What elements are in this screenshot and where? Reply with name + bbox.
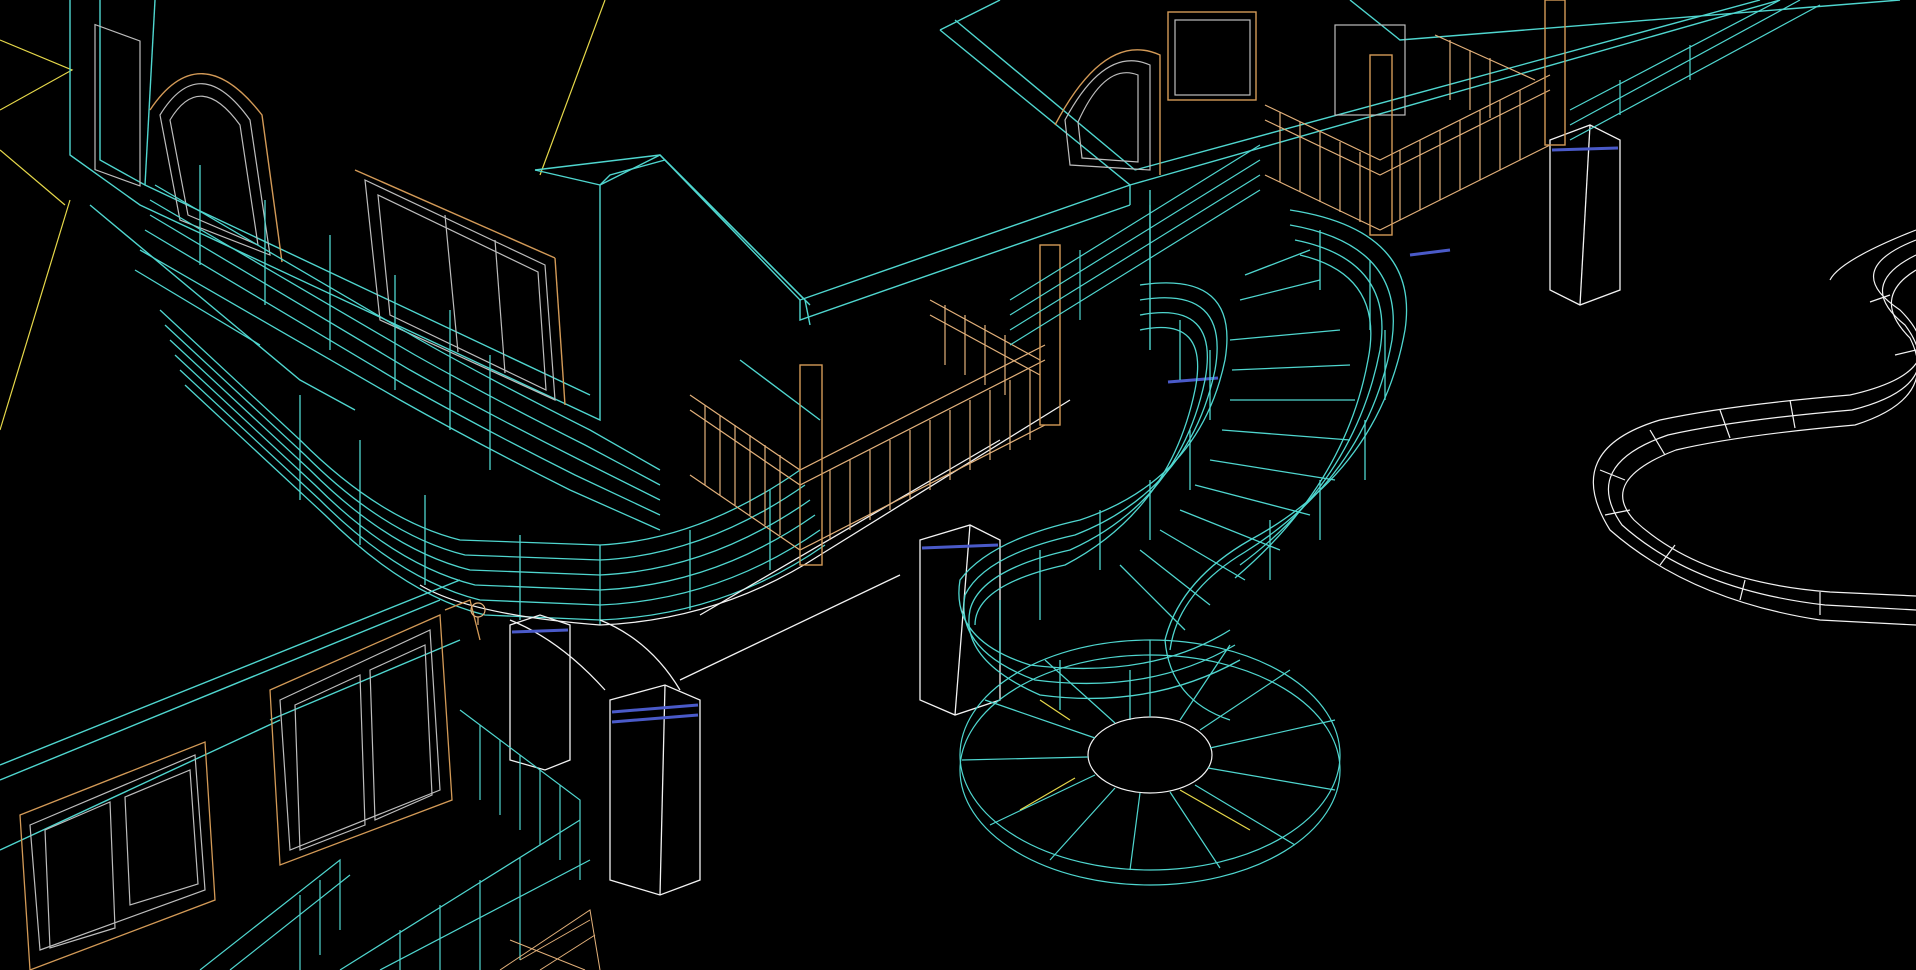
upper-left-wing: [69, 0, 811, 422]
right-wing-window-trim: [1054, 11, 1257, 175]
cad-3d-viewport[interactable]: [0, 0, 1916, 970]
lower-deck-railing: [199, 709, 591, 970]
stair-landing-disc: [959, 639, 1341, 886]
lower-left-trim: [19, 599, 481, 970]
spiral-staircase: [958, 209, 1408, 721]
right-porch-balusters: [1264, 34, 1551, 231]
roof-guide-lines: [0, 0, 606, 431]
upper-right-railing: [1009, 0, 1821, 346]
support-columns: [509, 124, 1621, 896]
lattice-skirt: [499, 909, 601, 970]
column-bands: [511, 146, 1619, 724]
left-wing-windows: [94, 23, 556, 401]
lower-left-door: [29, 629, 441, 951]
center-porch-balusters: [689, 299, 1046, 551]
curved-walkway: [1592, 229, 1916, 626]
wireframe-scene[interactable]: [0, 0, 1916, 970]
